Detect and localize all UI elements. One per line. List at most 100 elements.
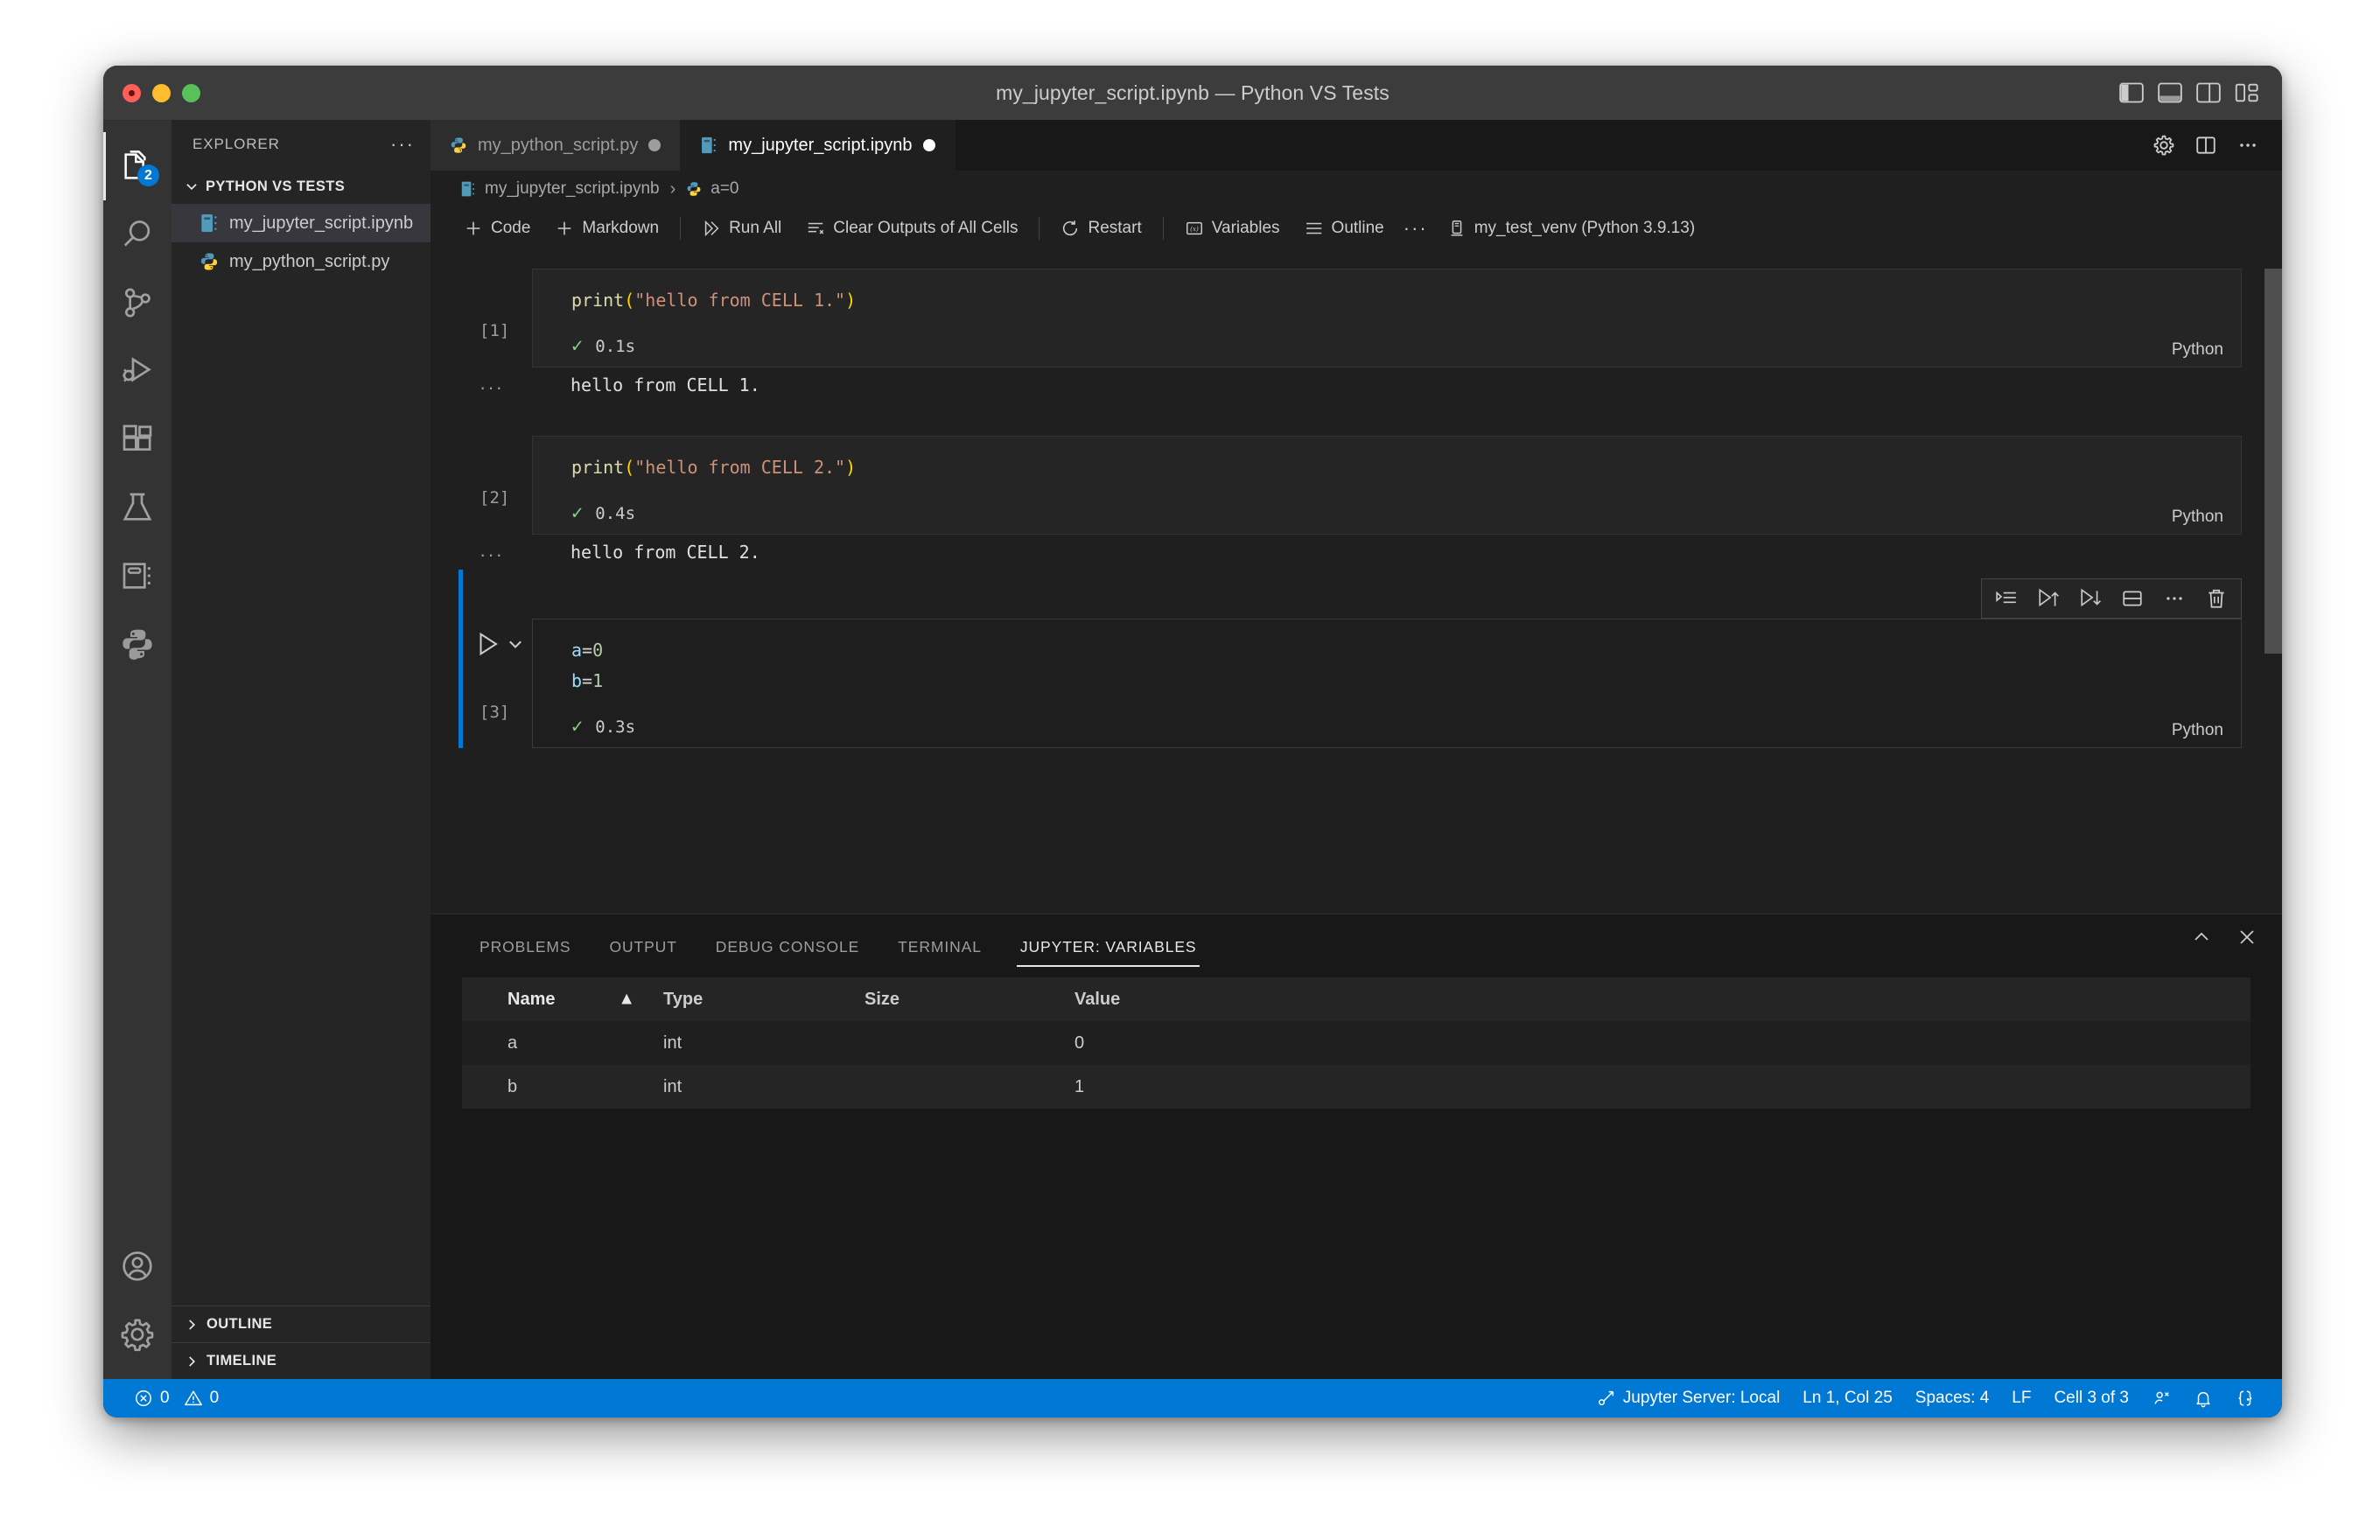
gear-icon[interactable] [2152,134,2175,157]
column-header-value[interactable]: Value [1074,990,2250,1010]
activity-bar-bottom [103,1232,172,1368]
tab-my-python-script[interactable]: my_python_script.py [430,120,682,171]
button-label: Restart [1088,219,1142,237]
ellipsis-icon[interactable] [2236,134,2259,157]
activitybar-item-settings[interactable] [103,1300,172,1368]
run-above-button[interactable] [2029,581,2068,616]
activitybar-item-jupyter[interactable] [103,542,172,610]
code-token: ( [624,290,635,311]
delete-cell-button[interactable] [2197,581,2236,616]
live-share-button[interactable] [2140,1379,2182,1418]
folder-section-header[interactable]: PYTHON VS TESTS [172,169,430,204]
output-more-actions[interactable]: ··· [480,376,504,399]
tab-dirty-indicator[interactable] [648,139,662,151]
kernel-selector[interactable]: my_test_venv (Python 3.9.13) [1435,211,1707,246]
split-cell-button[interactable] [2113,581,2152,616]
minimize-window-button[interactable] [152,83,171,102]
notebook-cell-2[interactable]: print("hello from CELL 2.") ✓ 0.4s Pytho… [430,402,2282,535]
notebook-cells-area[interactable]: print("hello from CELL 1.") ✓ 0.1s Pytho… [430,249,2282,914]
file-item-notebook[interactable]: my_jupyter_script.ipynb [172,204,430,242]
add-markdown-cell-button[interactable]: Markdown [542,211,671,246]
tab-my-jupyter-script[interactable]: my_jupyter_script.ipynb [681,120,956,171]
cursor-position[interactable]: Ln 1, Col 25 [1791,1379,1903,1418]
collapse-panel-icon[interactable] [2191,927,2212,948]
activitybar-item-accounts[interactable] [103,1232,172,1300]
kernel-icon [1451,220,1463,236]
notebook-scrollbar[interactable] [2264,269,2282,654]
notifications-button[interactable] [2182,1379,2224,1418]
tab-dirty-indicator[interactable] [922,139,935,151]
customize-layout-icon[interactable] [2235,82,2259,103]
table-row[interactable]: b int 1 [462,1065,2250,1109]
notebook-cell-1[interactable]: print("hello from CELL 1.") ✓ 0.1s Pytho… [430,249,2282,368]
panel-tab-label: TERMINAL [898,938,982,956]
activitybar-item-extensions[interactable] [103,405,172,473]
toggle-panel-icon[interactable] [2158,82,2182,103]
column-header-name[interactable]: Name ▲ [462,990,663,1010]
panel-tab-problems[interactable]: PROBLEMS [460,938,590,967]
activitybar-item-search[interactable] [103,200,172,269]
split-editor-icon[interactable] [2194,134,2217,157]
cell-language-label[interactable]: Python [2172,340,2223,360]
cell-execution-count: [1] [480,321,510,340]
panel-tab-terminal[interactable]: TERMINAL [878,938,1001,967]
cell-more-actions-button[interactable] [2155,581,2194,616]
cell-body[interactable]: print("hello from CELL 2.") ✓ 0.4s Pytho… [532,436,2242,535]
copilot-button[interactable] [2224,1379,2266,1418]
column-header-size[interactable]: Size [864,990,1074,1010]
breadcrumb-file[interactable]: my_jupyter_script.ipynb [485,179,660,199]
run-by-line-button[interactable] [1987,581,2026,616]
activitybar-item-explorer[interactable]: 2 [103,132,172,200]
notebook-cell-3[interactable]: a=0 b=1 ✓ 0.3s Python [3] [430,570,2282,748]
account-icon [122,1251,152,1281]
activitybar-item-run-and-debug[interactable] [103,337,172,405]
cell-code[interactable]: a=0 b=1 [533,620,2241,707]
column-label: Name [508,989,556,1009]
close-panel-icon[interactable] [2236,927,2258,948]
run-cell-button[interactable] [474,631,500,657]
cell-body[interactable]: a=0 b=1 ✓ 0.3s Python [532,619,2242,748]
column-header-type[interactable]: Type [663,990,864,1010]
warning-icon [184,1390,202,1406]
outline-button[interactable]: Outline [1292,211,1396,246]
toggle-secondary-sidebar-icon[interactable] [2196,82,2221,103]
run-all-button[interactable]: Run All [690,211,794,246]
collapse-cell-chevron-icon[interactable] [506,634,525,654]
panel-tab-debug-console[interactable]: DEBUG CONSOLE [696,938,878,967]
cell-code[interactable]: print("hello from CELL 1.") [533,270,2241,326]
vscode-window: my_jupyter_script.ipynb — Python VS Test… [103,66,2282,1418]
table-row[interactable]: a int 0 [462,1021,2250,1065]
activitybar-item-testing[interactable] [103,473,172,542]
panel-tab-output[interactable]: OUTPUT [590,938,696,967]
output-more-actions[interactable]: ··· [480,543,504,566]
clear-outputs-button[interactable]: Clear Outputs of All Cells [794,211,1030,246]
cell-language-label[interactable]: Python [2172,721,2223,740]
run-below-button[interactable] [2071,581,2110,616]
code-token: = [582,640,593,661]
variables-button[interactable]: (x) Variables [1172,211,1292,246]
problems-status[interactable]: 0 0 [122,1379,230,1418]
cell-language-label[interactable]: Python [2172,508,2223,527]
sidebar-section-outline[interactable]: OUTLINE [172,1306,430,1342]
sidebar-more-actions[interactable]: ··· [390,133,415,156]
zoom-window-button[interactable] [182,83,200,102]
activitybar-item-python[interactable] [103,610,172,678]
file-item-python[interactable]: my_python_script.py [172,242,430,281]
jupyter-server-status[interactable]: Jupyter Server: Local [1586,1379,1792,1418]
sidebar-section-timeline[interactable]: TIMELINE [172,1342,430,1379]
cell-indicator[interactable]: Cell 3 of 3 [2042,1379,2140,1418]
cell-code[interactable]: print("hello from CELL 2.") [533,437,2241,494]
toggle-primary-sidebar-icon[interactable] [2119,82,2144,103]
activitybar-item-source-control[interactable] [103,269,172,337]
close-window-button[interactable] [122,83,141,102]
cell-variable-type: int [663,1076,682,1096]
eol-setting[interactable]: LF [2000,1379,2042,1418]
breadcrumb-symbol[interactable]: a=0 [710,179,738,199]
cell-body[interactable]: print("hello from CELL 1.") ✓ 0.1s Pytho… [532,269,2242,368]
indentation-setting[interactable]: Spaces: 4 [1904,1379,2001,1418]
toolbar-more-actions[interactable]: ··· [1396,217,1435,240]
run-by-line-icon [1996,591,2016,604]
add-code-cell-button[interactable]: Code [452,211,542,246]
panel-tab-jupyter-variables[interactable]: JUPYTER: VARIABLES [1001,938,1216,967]
restart-kernel-button[interactable]: Restart [1048,211,1153,246]
